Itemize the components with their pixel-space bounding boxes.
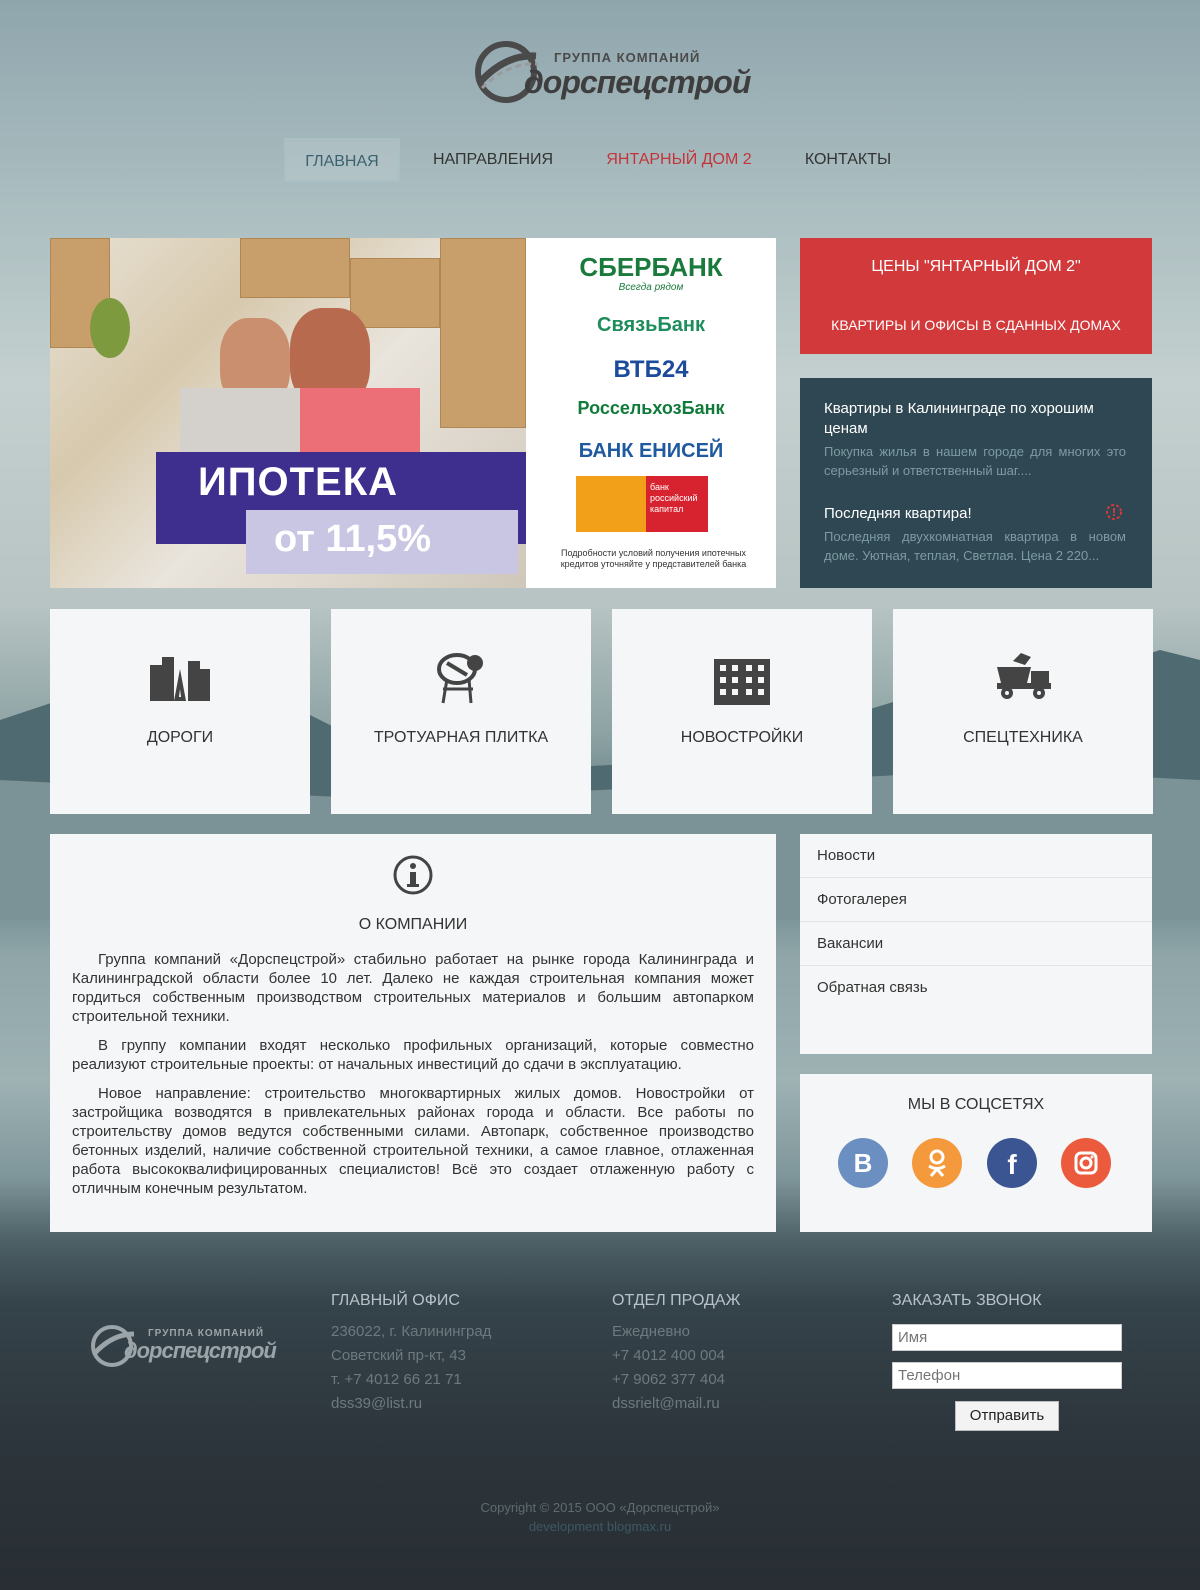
menu-item-news[interactable]: Новости [800,834,1152,878]
callback-send-button[interactable]: Отправить [955,1401,1059,1431]
tile-paving[interactable]: ТРОТУАРНАЯ ПЛИТКА [331,609,591,814]
copyright-text: Copyright © 2015 ООО «Дорспецстрой» [480,1500,720,1515]
logo-name: дорспецстрой [524,64,751,100]
tile-roads[interactable]: ДОРОГИ [50,609,310,814]
side-menu: Новости Фотогалерея Вакансии Обратная св… [800,834,1152,1054]
nav-item-contacts[interactable]: КОНТАКТЫ [796,138,900,182]
about-paragraph: Группа компаний «Дорспецстрой» стабильно… [72,951,754,1025]
alert-icon [1106,504,1122,520]
developer-link[interactable]: development blogmax.ru [0,1517,1200,1536]
footer-sales-email[interactable]: dssrielt@mail.ru [612,1392,740,1416]
tile-machinery[interactable]: СПЕЦТЕХНИКА [893,609,1153,814]
nav-item-home[interactable]: ГЛАВНАЯ [284,138,400,182]
facebook-icon: f [1007,1149,1017,1180]
footer-callback: ЗАКАЗАТЬ ЗВОНОК [892,1292,1042,1320]
prices-title: ЦЕНЫ "ЯНТАРНЫЙ ДОМ 2" [871,258,1081,275]
plant-image [90,298,130,358]
footer-office-email[interactable]: dss39@list.ru [331,1392,491,1416]
footer-callback-title: ЗАКАЗАТЬ ЗВОНОК [892,1292,1042,1309]
about-paragraph: В группу компании входят несколько профи… [72,1037,754,1073]
building-icon [714,659,770,705]
callback-name-input[interactable] [892,1324,1122,1351]
bank-sberbank-slogan: Всегда рядом [618,282,684,293]
vk-button[interactable]: В [838,1138,888,1188]
logo-tagline: ГРУППА КОМПАНИЙ [554,50,701,65]
footer-logo[interactable]: ГРУППА КОМПАНИЙ дорспецстрой [88,1320,278,1372]
tile-newbuilds[interactable]: НОВОСТРОЙКИ [612,609,872,814]
menu-item-feedback[interactable]: Обратная связь [800,966,1152,1010]
instagram-icon [1074,1151,1098,1175]
footer-sales-phone[interactable]: +7 4012 400 004 [612,1344,740,1368]
dump-truck-icon [997,653,1051,699]
facebook-button[interactable]: f [987,1138,1037,1188]
vk-icon: В [854,1148,873,1178]
footer-office-line: Советский пр-кт, 43 [331,1347,466,1364]
bank-logos: СБЕРБАНК Всегда рядом СвязьБанк ВТБ24 Ро… [526,238,776,588]
news-title[interactable]: Последняя квартира! [824,504,1124,524]
footer-office: ГЛАВНЫЙ ОФИС 236022, г. Калининград Сове… [331,1292,491,1416]
social-box: МЫ В СОЦСЕТЯХ В f [800,1074,1152,1232]
mortgage-banner[interactable]: ИПОТЕКА от 11,5% СБЕРБАНК Всегда рядом С… [50,238,776,588]
bank-rrc: банк российский капитал [646,476,708,532]
bank-vtb24: ВТБ24 [613,356,689,383]
copyright: Copyright © 2015 ООО «Дорспецстрой» deve… [0,1498,1200,1536]
road-city-icon [150,657,210,701]
bank-note: Подробности условий получения ипотечных … [560,548,747,569]
footer-sales: ОТДЕЛ ПРОДАЖ Ежедневно +7 4012 400 004 +… [612,1292,740,1416]
nav-item-directions[interactable]: НАПРАВЛЕНИЯ [420,138,566,182]
banner-title: ИПОТЕКА [198,460,399,504]
tile-label: ТРОТУАРНАЯ ПЛИТКА [373,729,549,746]
about-title: О КОМПАНИИ [358,916,468,933]
tile-label: СПЕЦТЕХНИКА [963,729,1083,746]
box-image [440,238,526,428]
about-text: Группа компаний «Дорспецстрой» стабильно… [72,950,754,1208]
footer-office-line: 236022, г. Калининград [331,1323,492,1340]
info-icon [393,855,433,895]
footer-logo-name: дорспецстрой [124,1338,277,1363]
menu-item-vacancies[interactable]: Вакансии [800,922,1152,966]
nav-item-amber-house[interactable]: ЯНТАРНЫЙ ДОМ 2 [596,138,762,182]
prices-box[interactable]: ЦЕНЫ "ЯНТАРНЫЙ ДОМ 2" КВАРТИРЫ И ОФИСЫ В… [800,238,1152,354]
box-image [240,238,350,298]
svg-text:f: f [1007,1149,1017,1180]
bank-sberbank: СБЕРБАНК [579,252,723,282]
footer-sales-title: ОТДЕЛ ПРОДАЖ [612,1292,741,1309]
bank-svyazbank: СвязьБанк [597,314,705,336]
tile-label: ДОРОГИ [146,729,214,746]
news-box: Квартиры в Калининграде по хорошим ценам… [800,378,1152,588]
box-image [350,258,440,328]
bank-rosselhozbank: РоссельхозБанк [577,398,725,418]
instagram-button[interactable] [1061,1138,1111,1188]
footer-office-phone[interactable]: т. +7 4012 66 21 71 [331,1368,491,1392]
social-title: МЫ В СОЦСЕТЯХ [907,1096,1045,1113]
svg-text:В: В [854,1148,873,1178]
ok-button[interactable] [912,1138,962,1188]
news-text: Покупка жилья в нашем городе для многих … [824,444,1126,478]
main-nav: ГЛАВНАЯ НАПРАВЛЕНИЯ ЯНТАРНЫЙ ДОМ 2 КОНТА… [0,138,1200,182]
about-section: О КОМПАНИИ Группа компаний «Дорспецстрой… [50,834,776,1232]
bank-rrc-logo: банк российский капитал [576,476,708,532]
odnoklassniki-icon [928,1149,946,1177]
footer-sales-line: Ежедневно [612,1323,691,1340]
header-logo[interactable]: ГРУППА КОМПАНИЙ дорспецстрой [472,36,751,106]
bank-enisey: БАНК ЕНИСЕЙ [578,440,724,462]
callback-phone-input[interactable] [892,1362,1122,1389]
footer-sales-phone[interactable]: +7 9062 377 404 [612,1368,740,1392]
footer-office-title: ГЛАВНЫЙ ОФИС [331,1292,460,1309]
concrete-mixer-icon [437,653,483,704]
news-text: Последняя двухкомнатная квартира в новом… [824,529,1126,563]
menu-item-gallery[interactable]: Фотогалерея [800,878,1152,922]
news-title[interactable]: Квартиры в Калининграде по хорошим ценам [824,399,1124,439]
tile-label: НОВОСТРОЙКИ [680,729,804,746]
about-paragraph: Новое направление: строительство многокв… [72,1085,754,1197]
prices-subtitle: КВАРТИРЫ И ОФИСЫ В СДАННЫХ ДОМАХ [831,317,1121,333]
banner-rate: от 11,5% [274,518,432,560]
